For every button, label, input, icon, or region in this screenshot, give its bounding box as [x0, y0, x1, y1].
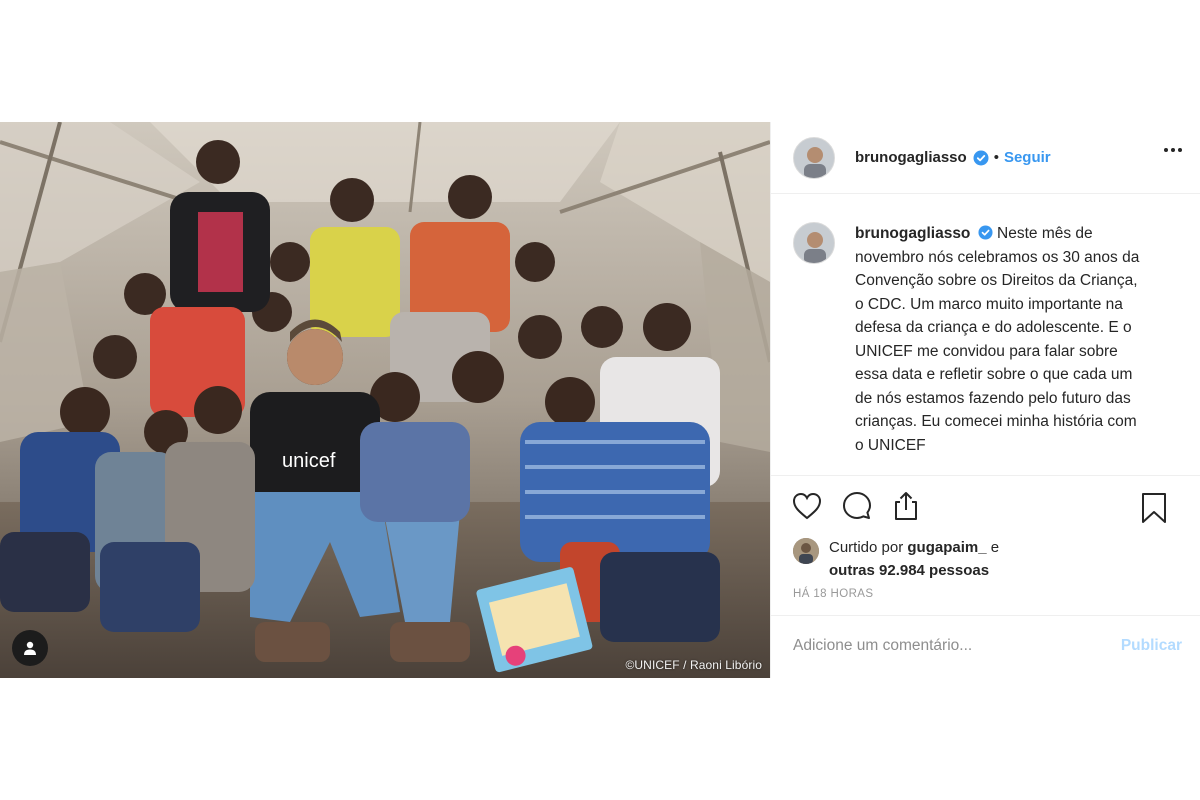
liker-avatar[interactable]	[793, 538, 819, 564]
verified-badge-icon	[978, 225, 993, 240]
comment-button[interactable]	[841, 490, 873, 522]
comment-input[interactable]	[793, 637, 1121, 655]
user-tag-icon	[24, 641, 36, 655]
comment-form: Publicar	[771, 616, 1200, 676]
photo-illustration: unicef	[0, 122, 770, 678]
heart-icon	[792, 492, 822, 520]
avatar-image	[794, 223, 834, 263]
svg-text:unicef: unicef	[282, 450, 336, 472]
separator-dot: •	[993, 149, 999, 166]
post-sidebar: brunogagliasso • Seguir brunogagliasso N…	[770, 122, 1200, 678]
likes-text: Curtido por gugapaim_ e outras 92.984 pe…	[829, 536, 999, 582]
share-icon	[895, 492, 917, 520]
more-options-icon[interactable]	[1164, 148, 1182, 152]
post-timestamp[interactable]: HÁ 18 HORAS	[771, 584, 1200, 616]
caption: brunogagliasso Neste mês de novembro nós…	[855, 222, 1145, 475]
bookmark-icon	[1142, 493, 1166, 523]
post-header: brunogagliasso • Seguir	[771, 122, 1200, 194]
avatar-image	[794, 137, 834, 178]
likes-section: Curtido por gugapaim_ e outras 92.984 pe…	[771, 536, 1200, 584]
likes-and: e	[990, 539, 1000, 556]
comment-icon	[843, 492, 871, 519]
avatar[interactable]	[793, 136, 835, 179]
publish-button[interactable]: Publicar	[1121, 637, 1182, 655]
user-tag-button[interactable]	[12, 630, 48, 666]
action-bar	[771, 476, 1200, 536]
caption-username-link[interactable]: brunogagliasso	[855, 225, 970, 242]
avatar[interactable]	[793, 222, 835, 264]
verified-badge-icon	[973, 150, 989, 166]
liker-username-link[interactable]: gugapaim_	[907, 539, 986, 556]
likes-count-link[interactable]: outras 92.984 pessoas	[829, 562, 989, 579]
save-button[interactable]	[1140, 492, 1168, 524]
like-button[interactable]	[791, 491, 823, 521]
instagram-post: unicef ©UNICEF / Raoni Libório brunogagl…	[0, 122, 1200, 678]
caption-body: Neste mês de novembro nós celebramos os …	[855, 225, 1140, 454]
photo-credit: ©UNICEF / Raoni Libório	[625, 658, 762, 672]
caption-section: brunogagliasso Neste mês de novembro nós…	[771, 194, 1200, 476]
post-photo[interactable]: unicef ©UNICEF / Raoni Libório	[0, 122, 770, 678]
follow-button[interactable]: Seguir	[1004, 149, 1051, 166]
likes-prefix: Curtido por	[829, 539, 904, 556]
share-button[interactable]	[891, 490, 921, 522]
username-link[interactable]: brunogagliasso	[855, 149, 967, 166]
